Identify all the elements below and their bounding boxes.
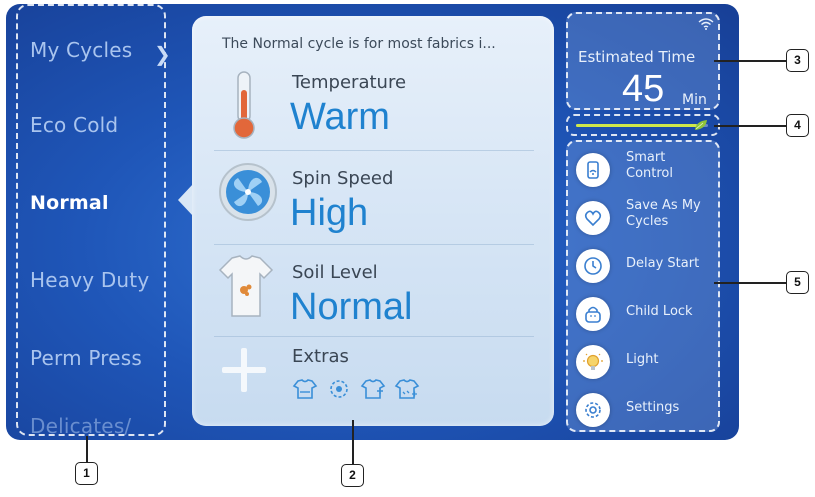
lock-icon	[576, 297, 610, 331]
row-divider	[214, 150, 534, 151]
cycle-description: The Normal cycle is for most fabrics i..…	[222, 36, 496, 52]
steam-icon[interactable]	[326, 378, 352, 400]
soil-level-value[interactable]: Normal	[290, 286, 412, 329]
eco-fill	[576, 124, 698, 127]
eco-indicator	[566, 114, 720, 136]
spin-speed-label: Spin Speed	[292, 168, 394, 189]
row-divider	[214, 244, 534, 245]
callout-leader	[714, 282, 786, 284]
smart-control-icon	[576, 153, 610, 187]
cycle-settings-panel: The Normal cycle is for most fabrics i..…	[192, 16, 554, 426]
light-button[interactable]: Light	[576, 342, 716, 382]
row-divider	[214, 336, 534, 337]
callout-2: 2	[341, 464, 364, 487]
temperature-label: Temperature	[292, 72, 407, 93]
selection-pointer	[178, 184, 193, 216]
tshirt-icon	[218, 254, 274, 324]
smart-control-label: Smart Control	[626, 150, 673, 181]
temperature-row[interactable]: Temperature Warm	[192, 60, 554, 150]
cycle-item-eco-cold[interactable]: Eco Cold	[30, 113, 118, 137]
spin-speed-value[interactable]: High	[290, 192, 368, 235]
spin-icon	[218, 162, 277, 232]
gear-icon	[576, 393, 610, 427]
soil-level-row[interactable]: Soil Level Normal	[192, 246, 554, 336]
callout-4: 4	[786, 114, 809, 137]
cycle-list: My Cycles ❯ Eco Cold Normal Heavy Duty P…	[16, 4, 171, 438]
spin-speed-row[interactable]: Spin Speed High	[192, 152, 554, 242]
smart-control-button[interactable]: Smart Control	[576, 150, 716, 190]
callout-5: 5	[786, 271, 809, 294]
washer-display: My Cycles ❯ Eco Cold Normal Heavy Duty P…	[6, 4, 739, 440]
delay-start-label: Delay Start	[626, 256, 700, 271]
thermometer-icon	[218, 68, 270, 139]
save-as-my-cycles-label: Save As My Cycles	[626, 198, 701, 229]
estimated-time-value: 45	[622, 68, 665, 110]
save-cycle-icon	[576, 201, 610, 235]
leaf-icon	[695, 120, 707, 130]
settings-label: Settings	[626, 400, 680, 415]
callout-leader	[86, 436, 88, 462]
save-as-my-cycles-button[interactable]: Save As My Cycles	[576, 198, 716, 238]
settings-button[interactable]: Settings	[576, 390, 716, 430]
delay-start-button[interactable]: Delay Start	[576, 246, 716, 286]
wifi-icon	[698, 18, 714, 30]
eco-track	[576, 120, 708, 130]
callout-1: 1	[75, 462, 98, 485]
controls-panel: Smart Control Save As My Cycles Delay St…	[566, 140, 720, 432]
estimated-time-title: Estimated Time	[578, 48, 696, 66]
bulb-icon	[576, 345, 610, 379]
estimated-time-unit: Min	[682, 92, 707, 108]
cycle-item-normal[interactable]: Normal	[30, 192, 109, 214]
cycle-item-heavy-duty[interactable]: Heavy Duty	[30, 268, 149, 292]
estimated-time-panel: Estimated Time 45 Min	[566, 12, 720, 110]
stain-treat-icon[interactable]	[394, 378, 420, 400]
callout-leader	[714, 60, 786, 62]
plus-icon	[218, 344, 270, 414]
extras-label: Extras	[292, 346, 349, 367]
temperature-value[interactable]: Warm	[290, 96, 390, 139]
callout-leader	[714, 125, 786, 127]
extras-options	[292, 378, 420, 400]
light-label: Light	[626, 352, 659, 367]
chevron-right-icon[interactable]: ❯	[154, 42, 171, 66]
child-lock-label: Child Lock	[626, 304, 693, 319]
child-lock-button[interactable]: Child Lock	[576, 294, 716, 334]
soil-level-label: Soil Level	[292, 262, 378, 283]
cycle-item-delicates[interactable]: Delicates/	[30, 414, 131, 438]
cycle-item-perm-press[interactable]: Perm Press	[30, 346, 142, 370]
cycle-item-my-cycles[interactable]: My Cycles	[30, 38, 132, 62]
extra-rinse-icon[interactable]	[360, 378, 386, 400]
prewash-icon[interactable]	[292, 378, 318, 400]
callout-3: 3	[786, 49, 809, 72]
callout-leader	[352, 420, 354, 464]
clock-icon	[576, 249, 610, 283]
